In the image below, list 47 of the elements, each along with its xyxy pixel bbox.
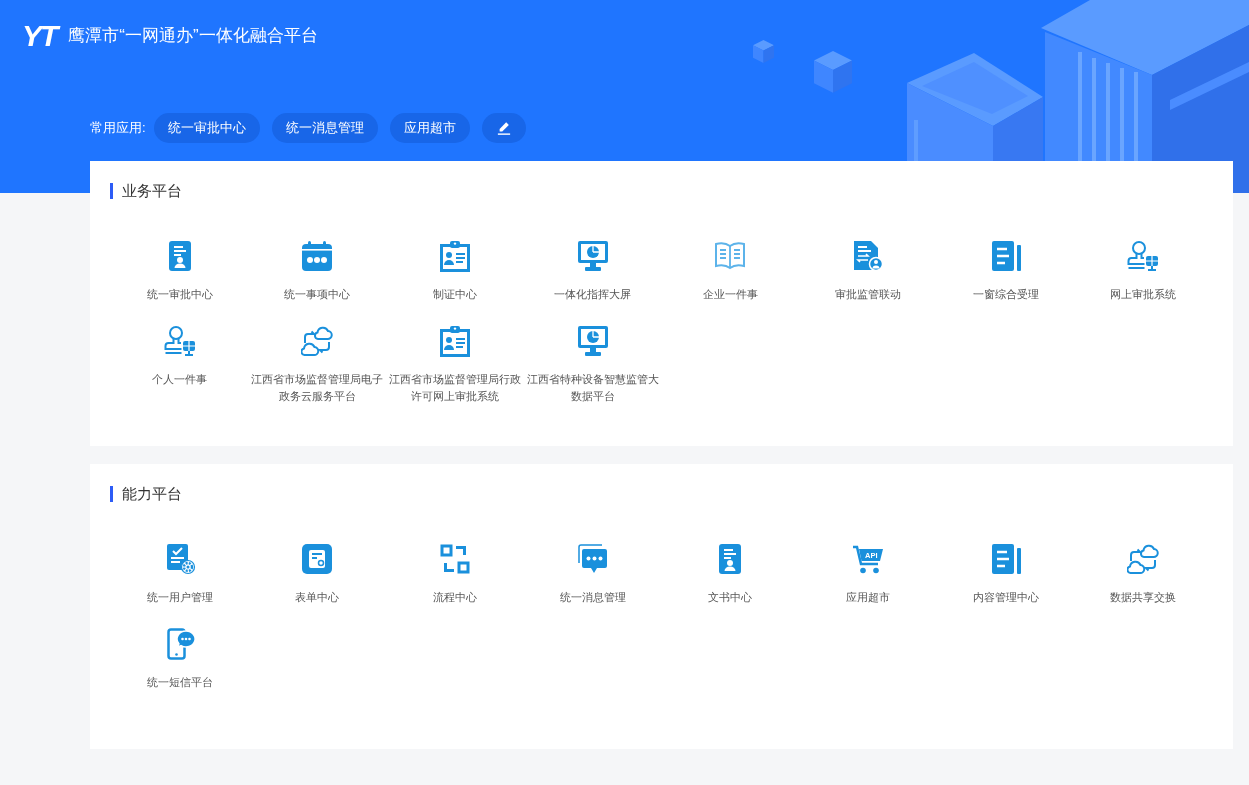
quick-app-button[interactable]: 应用超市 (389, 113, 470, 143)
monitor-chart-icon (576, 240, 609, 272)
document-user-icon (851, 240, 884, 272)
app-shortcut[interactable]: 表单中心 (295, 543, 340, 606)
monitor-chart-icon (576, 325, 609, 357)
edit-button[interactable] (481, 113, 526, 143)
flowchart-icon (439, 543, 472, 575)
quick-apps-label: 常用应用: (90, 119, 146, 137)
app-shortcut[interactable]: 制证中心 (433, 240, 478, 303)
app-shortcut[interactable]: 企业一件事 (702, 240, 758, 303)
app-shortcut[interactable]: 审批监管联动 (834, 240, 901, 303)
app-shortcut[interactable]: 统一审批中心 (146, 240, 213, 303)
pencil-icon (496, 121, 511, 135)
app-shortcut[interactable]: 统一事项中心 (284, 240, 351, 303)
cube-drawing (753, 40, 774, 64)
section-title: 能力平台 (110, 486, 182, 502)
app-shortcut[interactable]: 统一短信平台 (146, 628, 213, 691)
calendar-icon (301, 240, 334, 272)
app-shortcut[interactable]: 文书中心 (708, 543, 753, 606)
app-shortcut[interactable]: 流程中心 (433, 543, 478, 606)
quick-app-button[interactable]: 统一审批中心 (153, 113, 260, 143)
clipboard-id-icon (439, 325, 472, 357)
stamp-icon (163, 325, 196, 357)
clipboard-id-icon (439, 240, 472, 272)
app-shortcut[interactable]: 内容管理中心 (972, 543, 1039, 606)
app-shortcut[interactable]: 一体化指挥大屏 (554, 240, 632, 303)
stamp-icon (1127, 240, 1160, 272)
app-shortcut[interactable]: 数据共享交换 (1110, 543, 1177, 606)
app-shortcut[interactable]: 江西省市场监督管理局电子政务云服务平台 (248, 325, 387, 405)
book-icon (714, 240, 747, 272)
app-shortcut[interactable]: 江西省特种设备智慧监管大数据平台 (523, 325, 662, 405)
app-shortcut[interactable]: 统一消息管理 (559, 543, 626, 606)
app-shortcut[interactable]: 一窗综合受理 (972, 240, 1039, 303)
document-icon (989, 543, 1022, 575)
app-shortcut[interactable]: 个人一件事 (152, 325, 208, 405)
app-title: 鹰潭市“一网通办”一体化融合平台 (68, 25, 318, 47)
section-title: 业务平台 (110, 183, 182, 199)
cube-drawing (814, 51, 852, 93)
form-icon (301, 543, 334, 575)
document-icon (989, 240, 1022, 272)
quick-app-button[interactable]: 统一消息管理 (271, 113, 378, 143)
app-shortcut[interactable]: 网上审批系统 (1110, 240, 1177, 303)
app-shortcut[interactable]: 统一用户管理 (146, 543, 213, 606)
chat-icon (576, 543, 609, 575)
cloud-sync-icon (1127, 543, 1160, 575)
app-shortcut[interactable]: 江西省市场监督管理局行政许可网上审批系统 (386, 325, 524, 405)
cloud-sync-icon (301, 325, 334, 357)
